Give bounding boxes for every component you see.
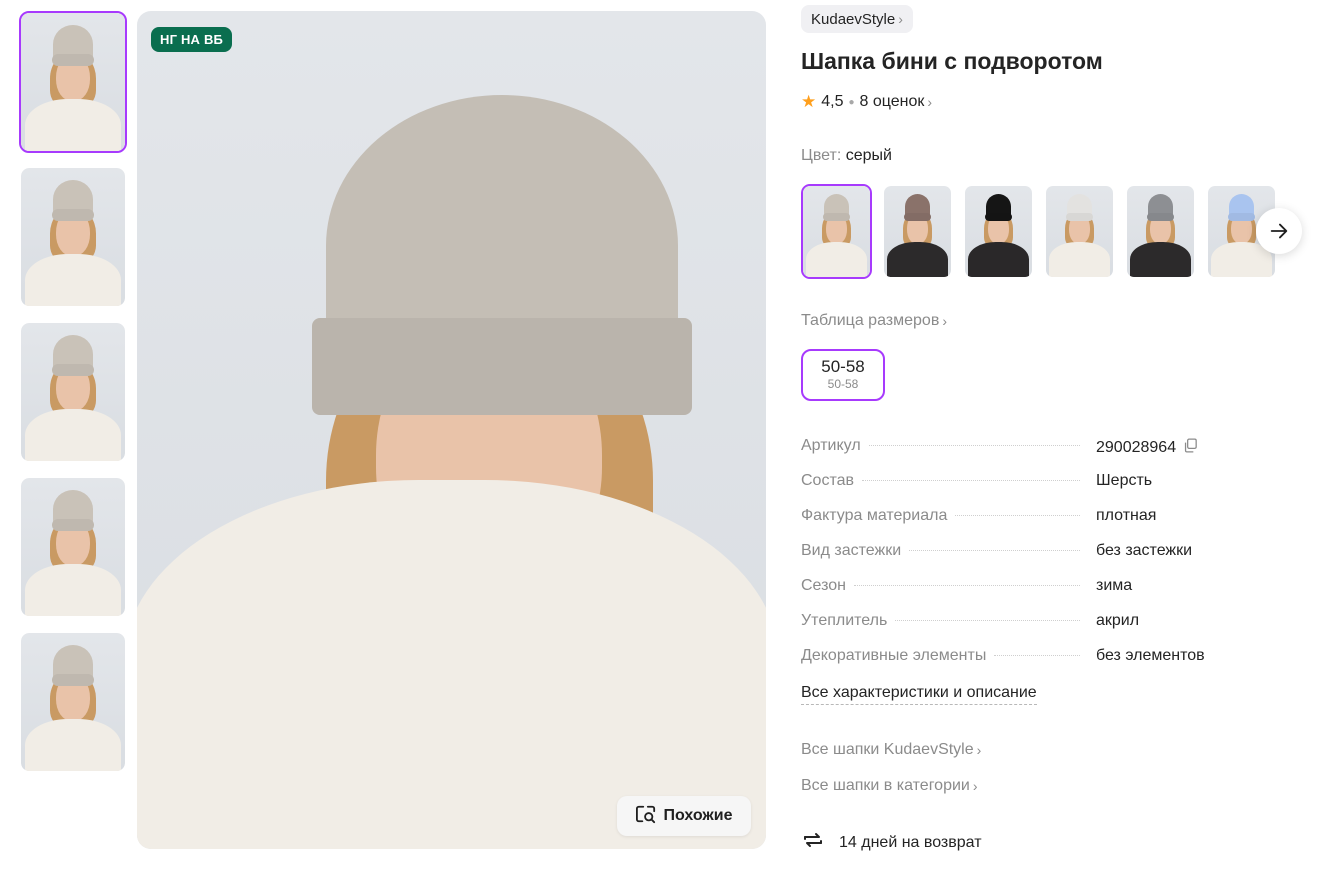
spec-row: Декоративные элементы без элементов xyxy=(801,647,1241,682)
spec-value: зима xyxy=(1096,577,1132,595)
spec-value-text: плотная xyxy=(1096,507,1157,524)
spec-key: Утеплитель xyxy=(801,612,888,629)
spec-row: Сезон зима xyxy=(801,577,1241,612)
similar-search-icon xyxy=(635,804,657,829)
spec-value-text: без застежки xyxy=(1096,542,1193,559)
spec-leader-dots xyxy=(868,445,1080,446)
copy-icon[interactable] xyxy=(1182,437,1199,459)
product-image xyxy=(21,633,125,771)
spec-value-text: акрил xyxy=(1096,612,1140,629)
spec-key: Вид застежки xyxy=(801,542,902,559)
spec-row: Фактура материала плотная xyxy=(801,507,1241,542)
brand-name: KudaevStyle xyxy=(811,10,896,28)
color-swatches xyxy=(801,184,1277,279)
product-image xyxy=(1046,186,1113,277)
spec-leader-dots xyxy=(854,585,1080,586)
color-swatch[interactable] xyxy=(963,184,1034,279)
color-swatch[interactable] xyxy=(1044,184,1115,279)
chevron-right-icon: › xyxy=(927,94,933,110)
spec-value: плотная xyxy=(1096,507,1156,525)
promo-badge: НГ НА ВБ xyxy=(151,27,233,52)
spec-row: Вид застежки без застежки xyxy=(801,542,1241,577)
similar-button[interactable]: Похожие xyxy=(617,796,751,836)
size-main: 50-58 xyxy=(821,356,865,376)
spec-key: Состав xyxy=(801,472,854,489)
product-image xyxy=(21,13,125,151)
star-icon: ★ xyxy=(801,92,817,111)
brand-hats-label: Все шапки KudaevStyle xyxy=(801,741,974,758)
reviews-count: 8 оценок xyxy=(859,93,925,110)
swatches-next-button[interactable] xyxy=(1256,208,1302,254)
chevron-right-icon: › xyxy=(942,313,947,329)
spec-key: Артикул xyxy=(801,437,861,454)
rating-value: 4,5 xyxy=(821,93,844,110)
spec-key: Фактура материала xyxy=(801,507,948,524)
reviews-link[interactable]: 8 оценок › xyxy=(860,93,933,111)
brand-link[interactable]: KudaevStyle › xyxy=(801,5,913,33)
gallery-thumbnail[interactable] xyxy=(19,321,127,463)
spec-value: без застежки xyxy=(1096,542,1192,560)
specs-list: Артикул 290028964 Состав Шерсть Фактура мате… xyxy=(801,437,1241,682)
returns-info: 14 дней на возврат xyxy=(801,828,982,857)
spec-value: акрил xyxy=(1096,612,1139,630)
product-image xyxy=(21,478,125,616)
return-arrows-icon xyxy=(801,828,825,857)
chevron-right-icon: › xyxy=(898,11,903,27)
spec-row: Артикул 290028964 xyxy=(801,437,1241,472)
gallery-thumbnail[interactable] xyxy=(19,631,127,773)
spec-value-text: 290028964 xyxy=(1096,439,1177,456)
thumbnail-strip xyxy=(19,11,129,786)
product-image xyxy=(803,186,870,277)
spec-leader-dots xyxy=(955,515,1081,516)
size-sub: 50-58 xyxy=(827,376,859,391)
spec-leader-dots xyxy=(862,480,1080,481)
gallery-thumbnail[interactable] xyxy=(19,476,127,618)
spec-key: Декоративные элементы xyxy=(801,647,987,664)
spec-value: 290028964 xyxy=(1096,437,1199,459)
returns-label: 14 дней на возврат xyxy=(839,833,982,851)
spec-leader-dots xyxy=(895,620,1081,621)
spec-leader-dots xyxy=(909,550,1081,551)
main-product-photo[interactable]: НГ НА ВБ Похожие xyxy=(137,11,766,849)
separator-dot: ● xyxy=(848,96,855,108)
product-image xyxy=(1127,186,1194,277)
spec-key: Сезон xyxy=(801,577,846,594)
product-image xyxy=(965,186,1032,277)
chevron-right-icon: › xyxy=(972,778,978,794)
category-hats-label: Все шапки в категории xyxy=(801,777,970,794)
spec-value: без элементов xyxy=(1096,647,1205,665)
size-table-link[interactable]: Таблица размеров › xyxy=(801,312,947,330)
brand-hats-link[interactable]: Все шапки KudaevStyle › xyxy=(801,741,981,759)
spec-value-text: Шерсть xyxy=(1096,472,1153,489)
size-option[interactable]: 50-58 50-58 xyxy=(801,349,885,401)
color-label-key: Цвет: xyxy=(801,147,842,164)
color-swatch[interactable] xyxy=(801,184,872,279)
spec-value-text: зима xyxy=(1096,577,1133,594)
gallery-thumbnail[interactable] xyxy=(19,11,127,153)
all-specs-link[interactable]: Все характеристики и описание xyxy=(801,684,1037,705)
arrow-right-icon xyxy=(1270,223,1288,239)
spec-row: Утеплитель акрил xyxy=(801,612,1241,647)
color-label-value: серый xyxy=(845,147,892,164)
product-image xyxy=(137,11,766,849)
similar-button-label: Похожие xyxy=(663,807,733,824)
chevron-right-icon: › xyxy=(976,742,982,758)
size-table-label: Таблица размеров xyxy=(801,312,940,329)
rating-row: ★ 4,5 ● 8 оценок › xyxy=(801,92,932,112)
category-hats-link[interactable]: Все шапки в категории › xyxy=(801,777,978,795)
spec-row: Состав Шерсть xyxy=(801,472,1241,507)
product-image xyxy=(21,323,125,461)
product-image xyxy=(884,186,951,277)
spec-leader-dots xyxy=(994,655,1081,656)
spec-value: Шерсть xyxy=(1096,472,1152,490)
gallery-thumbnail[interactable] xyxy=(19,166,127,308)
product-title: Шапка бини с подворотом xyxy=(801,48,1103,74)
spec-value-text: без элементов xyxy=(1096,647,1205,664)
product-image xyxy=(21,168,125,306)
color-swatch[interactable] xyxy=(1125,184,1196,279)
color-label: Цвет: серый xyxy=(801,147,892,165)
color-swatch[interactable] xyxy=(882,184,953,279)
